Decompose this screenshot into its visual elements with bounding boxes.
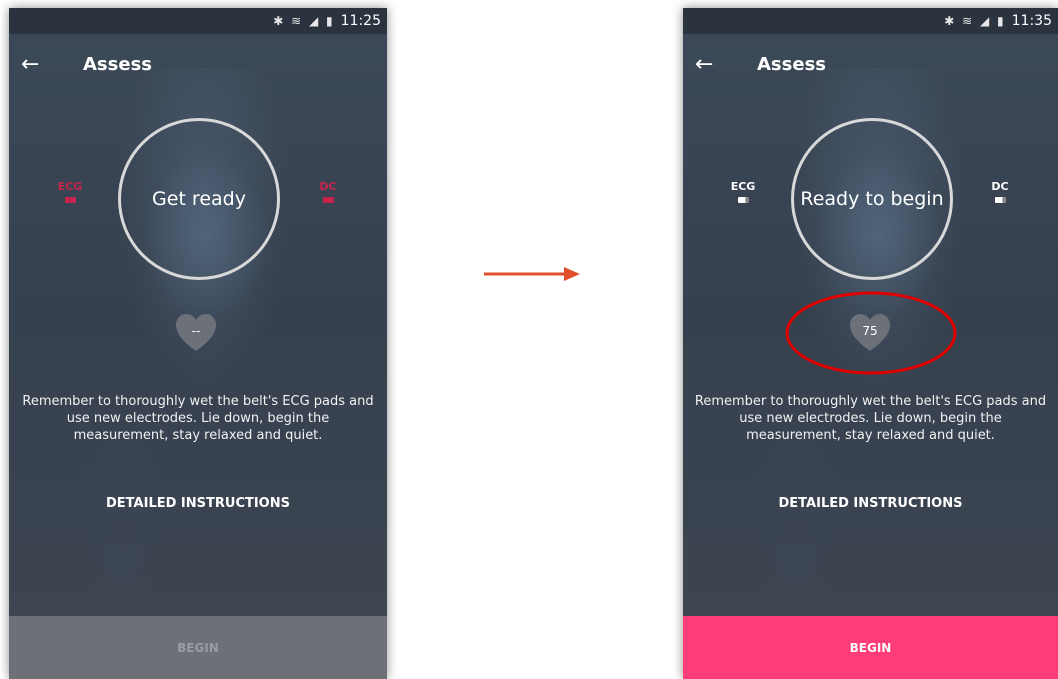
sensor-dc: DC — [308, 180, 348, 203]
battery-icon — [994, 197, 1006, 203]
toolbar: ← Assess — [9, 36, 387, 92]
sensor-dc: DC — [980, 180, 1020, 203]
sensor-ecg: ECG — [50, 180, 90, 203]
status-ring: Get ready — [118, 118, 280, 280]
status-time: 11:25 — [340, 13, 381, 29]
status-bar: ✱ ≋ ◢ ▮ 11:35 — [683, 8, 1058, 34]
status-time: 11:35 — [1011, 13, 1052, 29]
status-ring-label: Get ready — [152, 188, 246, 210]
page-title: Assess — [757, 53, 826, 75]
detailed-instructions-link[interactable]: DETAILED INSTRUCTIONS — [683, 496, 1058, 511]
status-ring: Ready to begin — [791, 118, 953, 280]
toolbar: ← Assess — [683, 36, 1058, 92]
battery-icon — [322, 197, 334, 203]
heart-rate-value: -- — [191, 324, 201, 338]
sensor-ecg-label: ECG — [57, 180, 83, 193]
instruction-text: Remember to thoroughly wet the belt's EC… — [22, 394, 374, 443]
battery-icon — [64, 197, 76, 203]
back-arrow-icon[interactable]: ← — [21, 52, 61, 77]
instruction-text: Remember to thoroughly wet the belt's EC… — [694, 394, 1047, 443]
sensor-dc-label: DC — [991, 180, 1009, 193]
detailed-instructions-link[interactable]: DETAILED INSTRUCTIONS — [9, 496, 387, 511]
screen-ready-to-begin: ✱ ≋ ◢ ▮ 11:35 ← Assess ECG DC Ready to b… — [683, 8, 1058, 679]
back-arrow-icon[interactable]: ← — [695, 52, 735, 77]
heart-rate-indicator: -- — [174, 311, 218, 355]
sensor-ecg: ECG — [723, 180, 763, 203]
screen-get-ready: ✱ ≋ ◢ ▮ 11:25 ← Assess ECG DC Get ready … — [9, 8, 387, 679]
begin-button[interactable]: BEGIN — [683, 616, 1058, 679]
begin-button[interactable]: BEGIN — [9, 616, 387, 679]
status-ring-label: Ready to begin — [800, 188, 944, 210]
page-title: Assess — [83, 53, 152, 75]
status-icons: ✱ ≋ ◢ ▮ — [273, 14, 335, 28]
status-icons: ✱ ≋ ◢ ▮ — [944, 14, 1006, 28]
status-bar: ✱ ≋ ◢ ▮ 11:25 — [9, 8, 387, 34]
battery-icon — [737, 197, 749, 203]
sensor-ecg-label: ECG — [730, 180, 756, 193]
right-arrow-icon — [484, 267, 580, 281]
heart-rate-circle-highlight — [785, 291, 957, 375]
sensor-dc-label: DC — [319, 180, 337, 193]
